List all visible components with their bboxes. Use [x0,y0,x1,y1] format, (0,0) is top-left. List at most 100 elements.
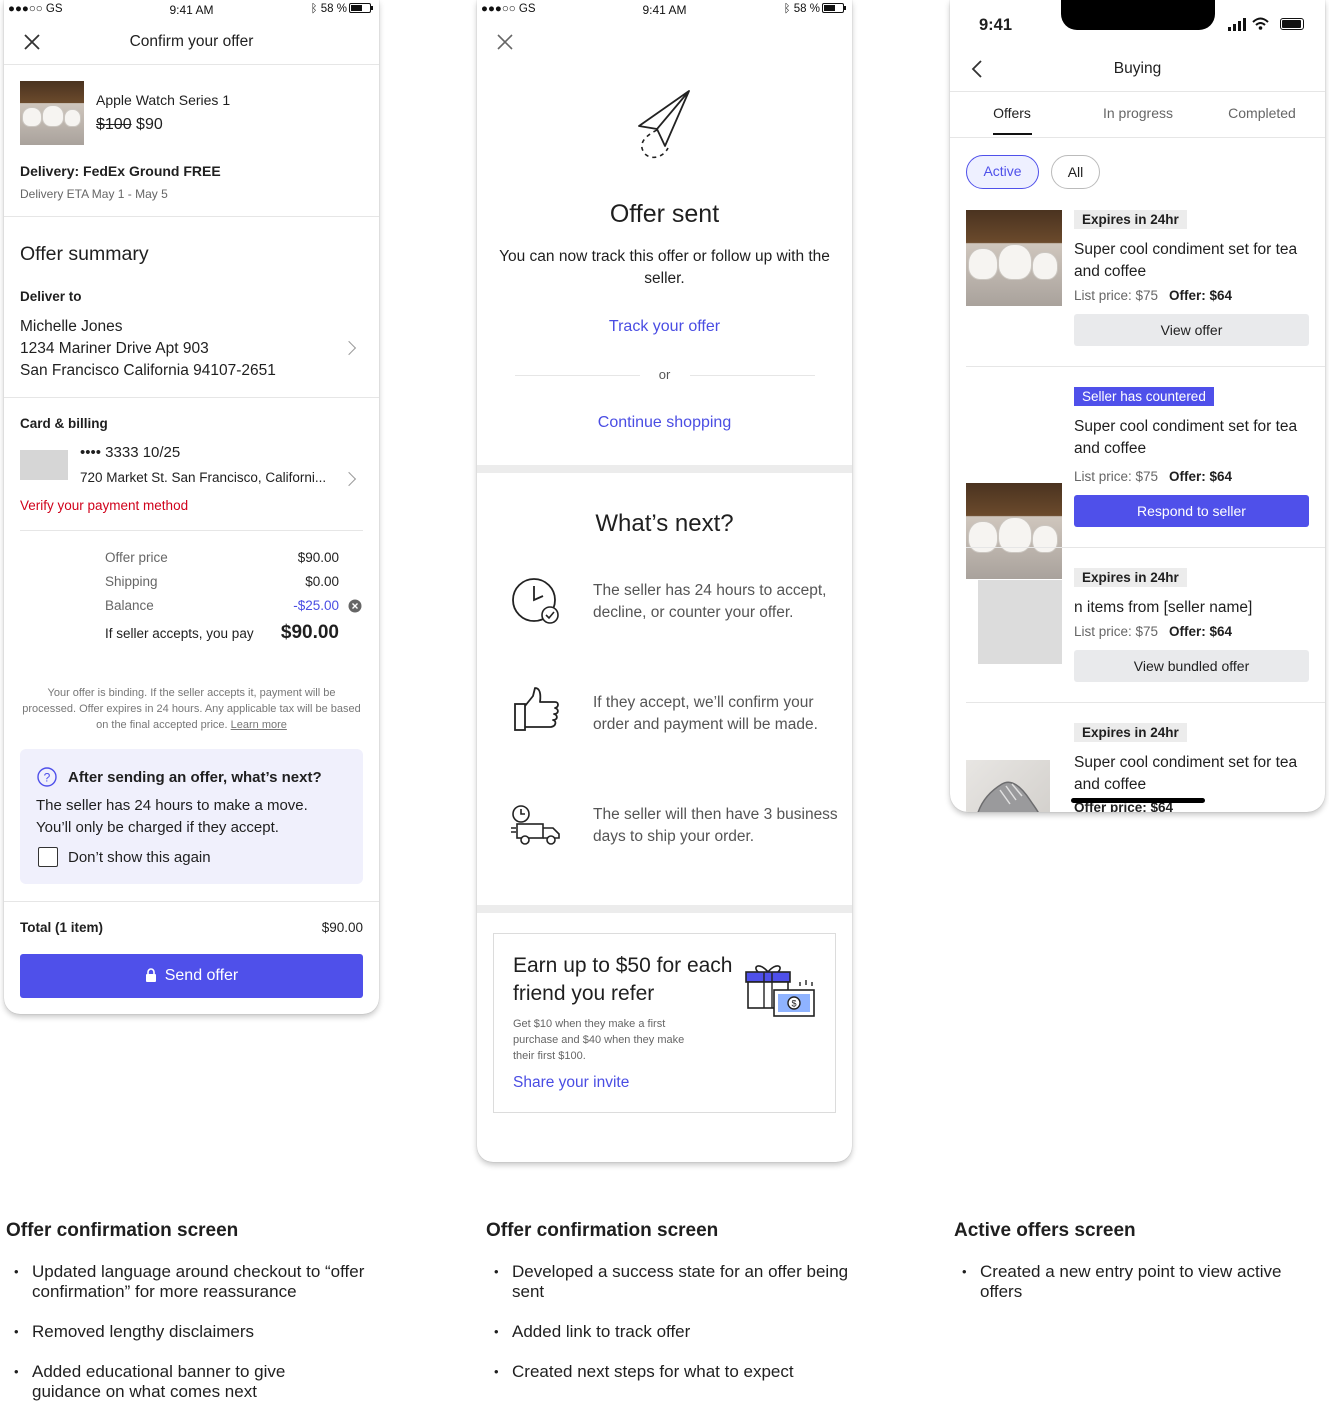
battery-indicator: ᛒ 58 % [784,3,846,15]
total-label: Total (1 item) [20,920,104,935]
filter-active[interactable]: Active [966,155,1039,189]
sneaker-icon [977,781,1039,812]
status-bar: ●●●○○ GS 9:41 AM ᛒ 58 % [4,0,379,20]
note-bullet: Added link to track offer [494,1322,852,1342]
verify-payment-link[interactable]: Verify your payment method [20,498,188,513]
total-value: $90.00 [321,920,363,935]
expires-tag: Expires in 24hr [1074,210,1187,229]
notch [1061,0,1215,30]
battery-icon [349,3,373,13]
item-name: Apple Watch Series 1 [96,92,231,108]
battery-indicator: ᛒ 58 % [311,3,373,15]
lock-icon [145,968,156,982]
help-icon: ? [37,767,57,787]
offer-amount: Offer: $64 [1169,469,1233,484]
offer-price: $90 [136,116,163,133]
learn-more-link[interactable]: Learn more [231,719,287,731]
expires-tag: Expires in 24hr [1074,723,1187,742]
list-price: List price: $75 [1074,624,1159,639]
tab-in-progress[interactable]: In progress [1088,105,1188,121]
offer-thumbnail[interactable] [966,210,1062,306]
offer-summary-heading: Offer summary [20,243,149,265]
info-banner: ? After sending an offer, what’s next? T… [20,749,363,884]
banner-title: After sending an offer, what’s next? [68,769,322,786]
offer-thumbnail[interactable] [966,760,1050,812]
send-offer-button[interactable]: Send offer [20,954,363,998]
offer-price-value: $90.00 [297,550,339,565]
wifi-icon [1252,17,1269,30]
chevron-right-icon[interactable] [341,340,357,356]
confirm-offer-screen: ●●●○○ GS 9:41 AM ᛒ 58 % Confirm your off… [4,0,379,1014]
note-title-2: Offer confirmation screen [486,1220,719,1241]
tab-completed[interactable]: Completed [1212,105,1312,121]
disclaimer: Your offer is binding. If the seller acc… [22,687,361,731]
offer-amount: Offer: $64 [1169,624,1233,639]
delivery-truck-icon [511,805,560,845]
continue-shopping-link[interactable]: Continue shopping [477,414,852,432]
remove-balance-icon[interactable] [348,599,362,613]
offer-sent-screen: ●●●○○ GS 9:41 AM ᛒ 58 % Offer sent You c… [477,0,852,1162]
dont-show-checkbox[interactable] [38,847,58,867]
respond-to-seller-button[interactable]: Respond to seller [1074,495,1309,527]
offer-sent-subtitle: You can now track this offer or follow u… [499,248,830,287]
svg-text:$: $ [791,999,796,1009]
referral-title: Earn up to $50 for each friend you refer [513,954,733,1005]
step-3-text: The seller will then have 3 business day… [593,806,838,845]
paper-plane-icon [638,90,690,159]
view-offer-button[interactable]: View offer [1074,314,1309,346]
card-icon [20,450,68,480]
note-title-1: Offer confirmation screen [6,1220,239,1241]
close-icon[interactable] [497,34,513,50]
pay-value: $90.00 [280,622,339,643]
balance-label: Balance [105,598,154,613]
battery-icon [1280,18,1304,30]
page-title: Confirm your offer [129,33,254,50]
status-bar: ●●●○○ GS 9:41 AM ᛒ 58 % [477,0,852,20]
pay-label: If seller accepts, you pay [105,626,254,641]
delivery-method: Delivery: FedEx Ground FREE [20,163,221,179]
svg-text:?: ? [44,771,51,785]
shipping-value: $0.00 [305,574,339,589]
buying-screen: 9:41 Buying Offers In progress Completed… [950,0,1325,812]
shipping-label: Shipping [105,574,158,589]
deliver-to-label: Deliver to [20,289,82,304]
note-bullet: Added educational banner to give guidanc… [14,1362,352,1402]
offer-price-label: Offer price [105,550,168,565]
countered-tag: Seller has countered [1074,387,1214,406]
banner-body: The seller has 24 hours to make a move. … [36,797,308,836]
status-time: 9:41 [979,16,1013,34]
offer-title: Super cool condiment set for tea and cof… [1074,241,1298,280]
card-number: •••• 3333 10/25 [80,444,181,461]
referral-body: Get $10 when they make a first purchase … [513,1018,685,1062]
note-bullet: Developed a success state for an offer b… [494,1262,852,1302]
chevron-right-icon[interactable] [341,471,357,487]
battery-icon [822,3,846,13]
tab-offers[interactable]: Offers [978,105,1046,121]
home-indicator [1071,798,1205,803]
filter-all[interactable]: All [1051,155,1100,189]
offer-thumbnail[interactable] [966,483,1062,579]
item-thumbnail[interactable] [20,81,84,145]
view-bundled-offer-button[interactable]: View bundled offer [1074,650,1309,682]
list-price: List price: $75 [1074,469,1159,484]
note-title-3: Active offers screen [954,1220,1136,1241]
offer-title: Super cool condiment set for tea and cof… [1074,754,1298,793]
share-invite-link[interactable]: Share your invite [513,1074,629,1092]
track-offer-link[interactable]: Track your offer [477,318,852,336]
shipping-address[interactable]: Michelle Jones 1234 Mariner Drive Apt 90… [20,316,276,382]
page-title: Buying [1113,60,1162,77]
signal-icon [1228,18,1246,31]
original-price: $100 [96,116,132,133]
note-bullet: Removed lengthy disclaimers [14,1322,382,1342]
note-bullet: Updated language around checkout to “off… [14,1262,382,1302]
clock-check-icon [512,578,559,624]
offer-title: Super cool condiment set for tea and cof… [1074,418,1298,457]
dont-show-label: Don’t show this again [68,849,211,866]
thumbs-up-icon [514,687,559,731]
bundle-stack [978,580,1062,664]
note-bullet: Created next steps for what to expect [494,1362,852,1382]
expires-tag: Expires in 24hr [1074,568,1187,587]
balance-value: -$25.00 [293,598,339,613]
offer-sent-title: Offer sent [609,200,720,228]
section-divider [477,465,852,473]
